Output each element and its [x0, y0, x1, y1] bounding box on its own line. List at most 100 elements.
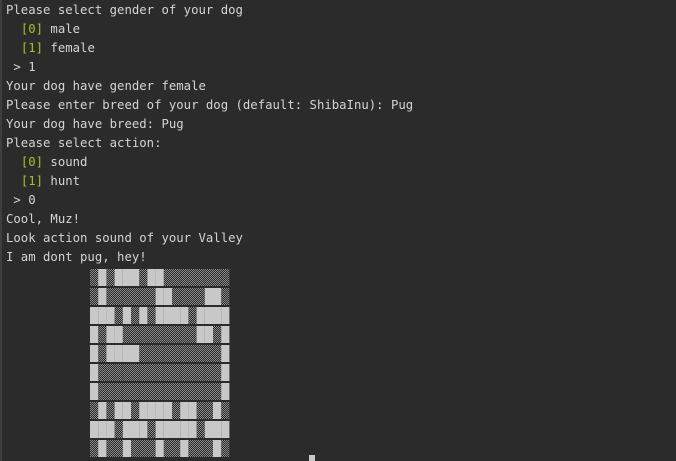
art-solid-cell: [172, 421, 181, 438]
art-shade-cell: [147, 307, 156, 324]
pug-ascii-art-canvas: [90, 269, 230, 457]
art-shade-cell: [196, 440, 205, 457]
art-shade-cell: [131, 383, 140, 400]
option-index: [0]: [20, 155, 44, 169]
art-solid-cell: [114, 326, 123, 343]
art-shade-cell: [114, 421, 123, 438]
art-shade-cell: [98, 364, 107, 381]
art-shade-cell: [172, 288, 181, 305]
menu-option-line: [0] male: [6, 20, 676, 39]
option-index: [0]: [20, 22, 44, 36]
art-shade-cell: [172, 364, 181, 381]
art-shade-cell: [131, 326, 140, 343]
art-shade-cell: [204, 402, 213, 419]
art-solid-cell: [98, 440, 107, 457]
console-text-line: Cool, Muz!: [6, 212, 81, 226]
art-shade-cell: [131, 288, 140, 305]
option-index: [1]: [20, 41, 44, 55]
art-solid-cell: [106, 307, 115, 324]
art-shade-cell: [180, 269, 189, 286]
console-text-line: Your dog have breed: Pug: [6, 117, 184, 131]
option-label: hunt: [43, 174, 81, 188]
art-solid-cell: [213, 402, 222, 419]
art-solid-cell: [90, 383, 99, 400]
art-shade-cell: [221, 440, 230, 457]
art-shade-cell: [147, 383, 156, 400]
art-shade-cell: [180, 288, 189, 305]
art-shade-cell: [204, 269, 213, 286]
art-shade-cell: [131, 307, 140, 324]
art-solid-cell: [221, 307, 230, 324]
console-text-line: I am dont pug, hey!: [6, 250, 147, 264]
art-shade-cell: [147, 440, 156, 457]
pug-ascii-art: [90, 268, 234, 458]
art-shade-cell: [114, 364, 123, 381]
art-shade-cell: [131, 440, 140, 457]
art-shade-cell: [163, 326, 172, 343]
art-solid-cell: [106, 421, 115, 438]
art-shade-cell: [172, 402, 181, 419]
art-shade-cell: [180, 345, 189, 362]
art-solid-cell: [163, 421, 172, 438]
art-solid-cell: [114, 402, 123, 419]
art-shade-cell: [147, 288, 156, 305]
art-shade-cell: [196, 421, 205, 438]
art-solid-cell: [139, 421, 148, 438]
art-shade-cell: [180, 383, 189, 400]
art-shade-cell: [204, 383, 213, 400]
option-indent: [6, 22, 21, 36]
art-shade-cell: [131, 402, 140, 419]
art-solid-cell: [122, 269, 131, 286]
art-shade-cell: [106, 269, 115, 286]
art-solid-cell: [204, 326, 213, 343]
art-shade-cell: [188, 383, 197, 400]
art-shade-cell: [188, 326, 197, 343]
art-shade-cell: [221, 269, 230, 286]
console-text-line: > 1: [6, 60, 36, 74]
option-indent: [6, 41, 21, 55]
art-solid-cell: [90, 364, 99, 381]
art-solid-cell: [155, 402, 164, 419]
art-solid-cell: [98, 402, 107, 419]
art-solid-cell: [180, 421, 189, 438]
art-shade-cell: [155, 345, 164, 362]
art-shade-cell: [106, 440, 115, 457]
art-shade-cell: [122, 288, 131, 305]
art-shade-cell: [196, 383, 205, 400]
art-shade-cell: [147, 326, 156, 343]
art-shade-cell: [188, 440, 197, 457]
art-shade-cell: [204, 364, 213, 381]
art-solid-cell: [155, 269, 164, 286]
art-shade-cell: [172, 383, 181, 400]
art-solid-cell: [188, 421, 197, 438]
art-shade-cell: [172, 326, 181, 343]
art-shade-cell: [188, 288, 197, 305]
art-solid-cell: [114, 345, 123, 362]
art-shade-cell: [163, 440, 172, 457]
art-shade-cell: [114, 288, 123, 305]
art-shade-cell: [98, 326, 107, 343]
art-shade-cell: [147, 421, 156, 438]
art-shade-cell: [139, 383, 148, 400]
art-solid-cell: [122, 307, 131, 324]
option-indent: [6, 155, 21, 169]
art-solid-cell: [147, 269, 156, 286]
art-shade-cell: [106, 288, 115, 305]
art-solid-cell: [90, 421, 99, 438]
art-shade-cell: [114, 440, 123, 457]
art-solid-cell: [139, 307, 148, 324]
art-shade-cell: [196, 269, 205, 286]
menu-option-line: [0] sound: [6, 153, 676, 172]
art-solid-cell: [221, 421, 230, 438]
art-shade-cell: [114, 307, 123, 324]
art-solid-cell: [180, 440, 189, 457]
art-solid-cell: [122, 421, 131, 438]
art-solid-cell: [114, 269, 123, 286]
art-shade-cell: [147, 364, 156, 381]
art-shade-cell: [196, 288, 205, 305]
art-shade-cell: [90, 440, 99, 457]
art-shade-cell: [122, 364, 131, 381]
option-indent: [6, 174, 21, 188]
console-text-line: > 0: [6, 193, 36, 207]
art-shade-cell: [163, 383, 172, 400]
